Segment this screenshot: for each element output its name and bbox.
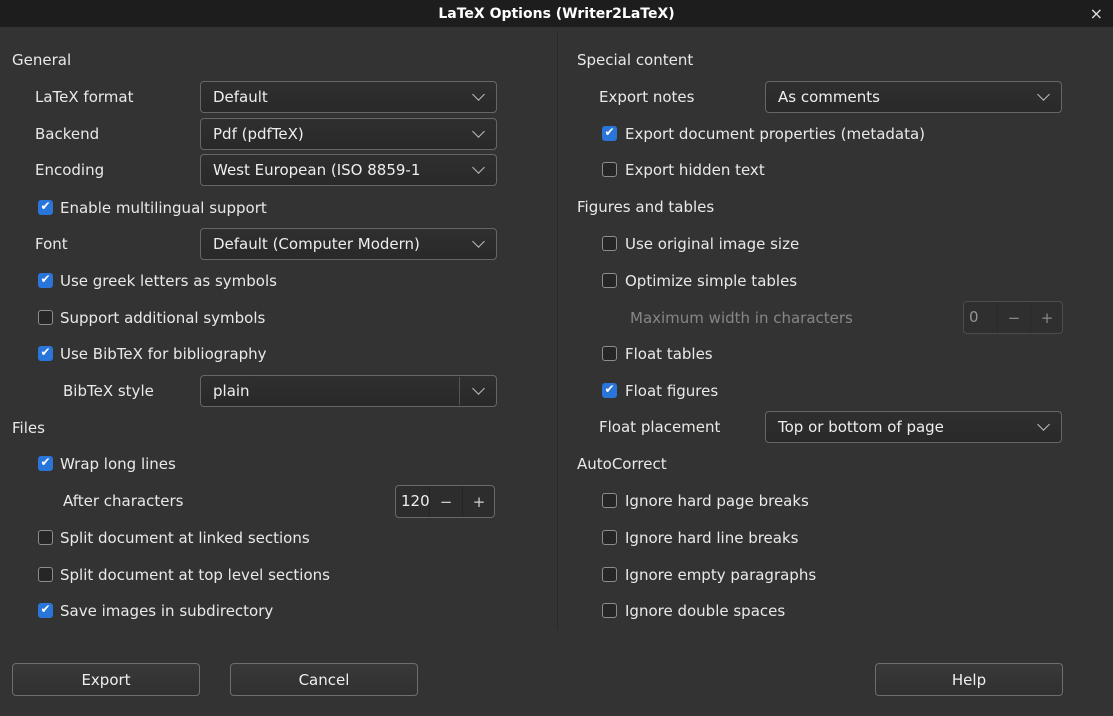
combobox-separator (459, 377, 460, 405)
encoding-label: Encoding (35, 160, 104, 180)
checkbox-optimize-simple-tables[interactable] (602, 273, 617, 288)
save-images-subdirectory-label[interactable]: Save images in subdirectory (60, 601, 273, 621)
ignore-empty-paragraphs-label[interactable]: Ignore empty paragraphs (625, 565, 816, 585)
font-select[interactable]: Default (Computer Modern) (200, 228, 497, 260)
window-title: LaTeX Options (Writer2LaTeX) (438, 6, 674, 22)
ignore-page-breaks-label[interactable]: Ignore hard page breaks (625, 491, 809, 511)
bibtex-style-value: plain (201, 376, 471, 406)
checkbox-split-top-sections[interactable] (38, 567, 53, 582)
checkbox-wrap-long-lines[interactable] (38, 456, 53, 471)
checkbox-export-hidden-text[interactable] (602, 162, 617, 177)
export-notes-label: Export notes (599, 87, 694, 107)
bibtex-style-label: BibTeX style (63, 381, 154, 401)
column-divider (557, 30, 558, 630)
checkbox-ignore-line-breaks[interactable] (602, 530, 617, 545)
float-tables-label[interactable]: Float tables (625, 344, 713, 364)
after-characters-value[interactable]: 120 (396, 486, 429, 517)
backend-label: Backend (35, 124, 99, 144)
checkbox-ignore-page-breaks[interactable] (602, 493, 617, 508)
checkbox-float-tables[interactable] (602, 346, 617, 361)
export-button-label: Export (81, 671, 130, 689)
float-figures-label[interactable]: Float figures (625, 381, 718, 401)
export-button[interactable]: Export (12, 663, 200, 696)
split-top-sections-label[interactable]: Split document at top level sections (60, 565, 330, 585)
after-characters-label: After characters (63, 491, 183, 511)
export-notes-value: As comments (766, 82, 1036, 112)
checkbox-export-doc-properties[interactable] (602, 126, 617, 141)
float-placement-select[interactable]: Top or bottom of page (765, 411, 1062, 443)
chevron-down-icon (472, 88, 485, 101)
chevron-down-icon (1037, 88, 1050, 101)
titlebar[interactable]: LaTeX Options (Writer2LaTeX) × (0, 0, 1113, 27)
export-doc-properties-label[interactable]: Export document properties (metadata) (625, 124, 925, 144)
ignore-double-spaces-label[interactable]: Ignore double spaces (625, 601, 785, 621)
backend-select[interactable]: Pdf (pdfTeX) (200, 118, 497, 150)
export-notes-select[interactable]: As comments (765, 81, 1062, 113)
after-characters-spinner[interactable]: 120 − + (395, 485, 495, 518)
checkbox-ignore-empty-paragraphs[interactable] (602, 567, 617, 582)
backend-value: Pdf (pdfTeX) (201, 119, 471, 149)
greek-letters-label[interactable]: Use greek letters as symbols (60, 271, 277, 291)
chevron-down-icon (472, 235, 485, 248)
encoding-select[interactable]: West European (ISO 8859-1 (200, 154, 497, 186)
section-general: General (12, 50, 71, 70)
latex-options-dialog: LaTeX Options (Writer2LaTeX) × General L… (0, 0, 1113, 716)
bibtex-style-combobox[interactable]: plain (200, 375, 497, 407)
help-button-label: Help (952, 671, 986, 689)
chevron-down-icon (472, 161, 485, 174)
chevron-down-icon (1037, 418, 1050, 431)
wrap-long-lines-label[interactable]: Wrap long lines (60, 454, 176, 474)
section-autocorrect: AutoCorrect (577, 454, 667, 474)
export-hidden-text-label[interactable]: Export hidden text (625, 160, 765, 180)
checkbox-original-image-size[interactable] (602, 236, 617, 251)
checkbox-float-figures[interactable] (602, 383, 617, 398)
checkbox-split-linked-sections[interactable] (38, 530, 53, 545)
section-figures-tables: Figures and tables (577, 197, 714, 217)
font-value: Default (Computer Modern) (201, 229, 471, 259)
float-placement-value: Top or bottom of page (766, 412, 1036, 442)
encoding-value: West European (ISO 8859-1 (201, 155, 471, 185)
optimize-simple-tables-label[interactable]: Optimize simple tables (625, 271, 797, 291)
decrement-button: − (997, 302, 1030, 333)
ignore-line-breaks-label[interactable]: Ignore hard line breaks (625, 528, 798, 548)
latex-format-label: LaTeX format (35, 87, 133, 107)
additional-symbols-label[interactable]: Support additional symbols (60, 308, 265, 328)
original-image-size-label[interactable]: Use original image size (625, 234, 799, 254)
checkbox-greek-letters[interactable] (38, 273, 53, 288)
enable-multilingual-label[interactable]: Enable multilingual support (60, 198, 267, 218)
latex-format-select[interactable]: Default (200, 81, 497, 113)
decrement-button[interactable]: − (429, 486, 462, 517)
chevron-down-icon (472, 382, 485, 395)
checkbox-additional-symbols[interactable] (38, 310, 53, 325)
checkbox-ignore-double-spaces[interactable] (602, 603, 617, 618)
split-linked-sections-label[interactable]: Split document at linked sections (60, 528, 310, 548)
latex-format-value: Default (201, 82, 471, 112)
section-files: Files (12, 418, 45, 438)
max-width-characters-value: 0 (964, 302, 997, 333)
chevron-down-icon (472, 125, 485, 138)
float-placement-label: Float placement (599, 417, 720, 437)
checkbox-enable-multilingual[interactable] (38, 200, 53, 215)
increment-button[interactable]: + (462, 486, 495, 517)
section-special-content: Special content (577, 50, 693, 70)
close-icon[interactable]: × (1090, 6, 1103, 22)
checkbox-use-bibtex[interactable] (38, 346, 53, 361)
max-width-characters-label: Maximum width in characters (630, 308, 853, 328)
cancel-button-label: Cancel (299, 671, 350, 689)
increment-button: + (1030, 302, 1063, 333)
cancel-button[interactable]: Cancel (230, 663, 418, 696)
checkbox-save-images-subdirectory[interactable] (38, 603, 53, 618)
max-width-characters-spinner: 0 − + (963, 301, 1063, 334)
font-label: Font (35, 234, 68, 254)
use-bibtex-label[interactable]: Use BibTeX for bibliography (60, 344, 267, 364)
help-button[interactable]: Help (875, 663, 1063, 696)
